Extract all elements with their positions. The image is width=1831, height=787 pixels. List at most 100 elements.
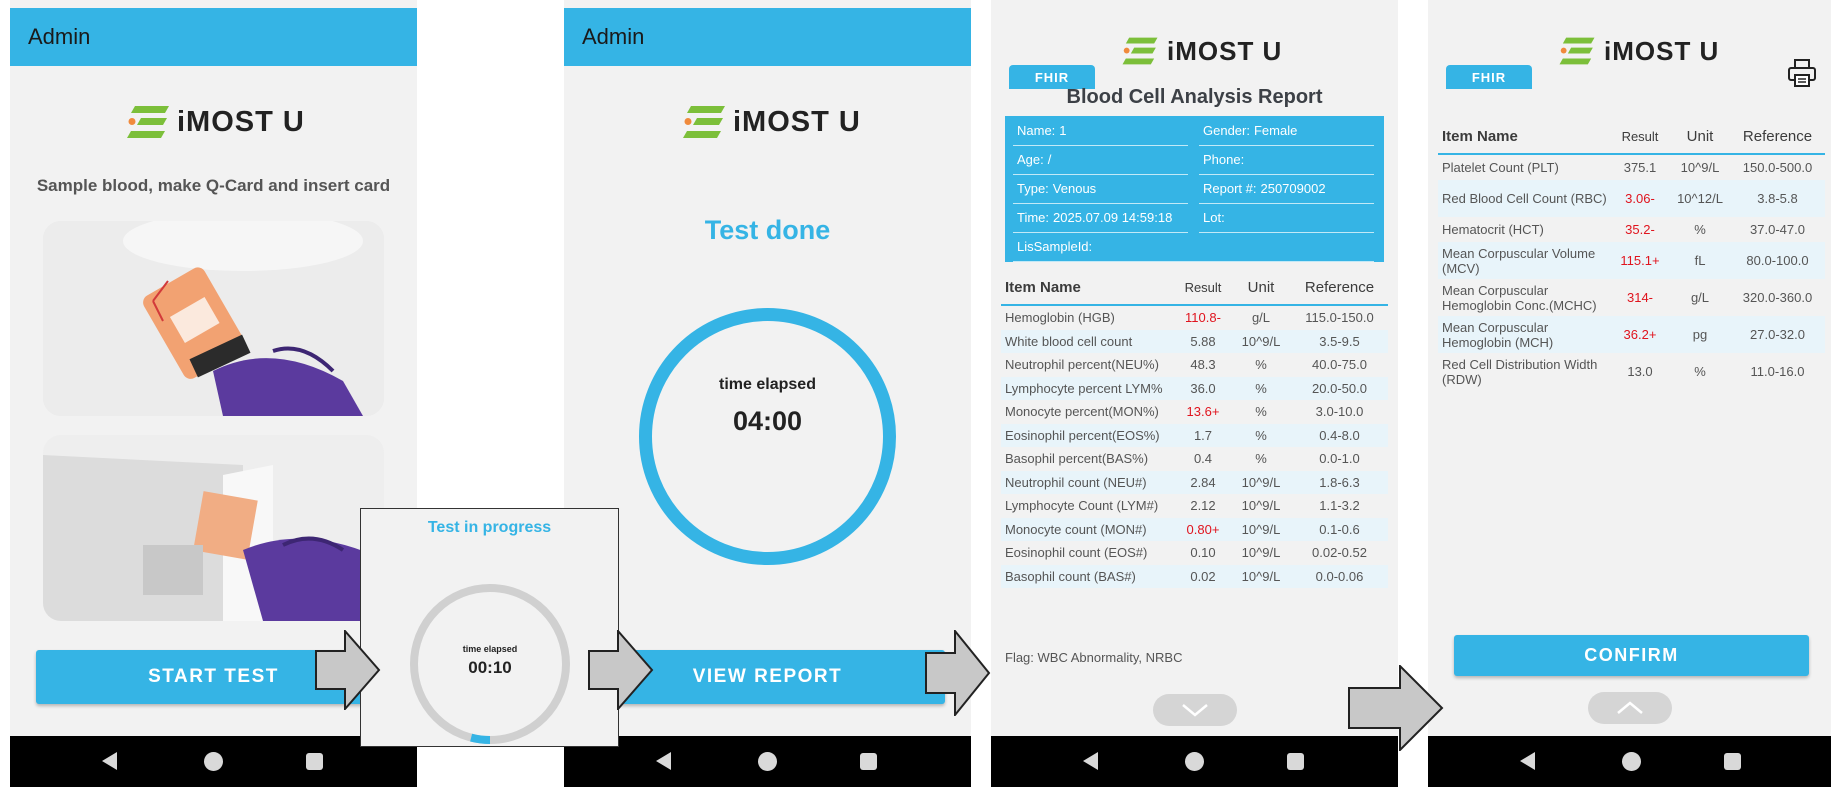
item-name-cell: Monocyte percent(MON%): [1005, 404, 1159, 420]
recent-apps-icon[interactable]: [860, 753, 877, 770]
recent-apps-icon[interactable]: [1724, 753, 1741, 770]
printer-icon[interactable]: [1786, 57, 1818, 89]
header-title: Admin: [28, 24, 91, 49]
logo-mark-icon: [1559, 37, 1595, 65]
brand-name: iMOST U: [177, 106, 305, 138]
result-cell: 2.12: [1190, 498, 1216, 514]
field-label: LisSampleId:: [1017, 239, 1093, 254]
unit-cell: 10^9/L: [1680, 160, 1720, 175]
screen-report-page-1: iMOST U FHIR Blood Cell Analysis Report …: [991, 0, 1398, 787]
table-row: Red Cell Distribution Width (RDW) 13.0% 11…: [1438, 353, 1825, 390]
reference-cell: 11.0-16.0: [1750, 364, 1805, 379]
home-icon[interactable]: [1622, 752, 1641, 771]
instruction-text: Sample blood, make Q-Card and insert car…: [36, 176, 391, 195]
item-name-cell: Red Blood Cell Count (RBC): [1438, 180, 1610, 217]
result-cell: 1.7: [1175, 423, 1231, 447]
field-value: /: [1047, 152, 1052, 167]
table-row: Hemoglobin (HGB) 110.8- g/L 115.0-150.0: [1001, 305, 1388, 330]
item-name-cell: Monocyte count (MON#): [1001, 517, 1175, 541]
back-icon[interactable]: [656, 752, 671, 770]
elapsed-value-small: 00:10: [468, 658, 512, 677]
unit-cell: %: [1255, 404, 1267, 420]
arrow-right-icon: [1348, 665, 1444, 751]
sample-type: Type: Venous: [1013, 174, 1188, 204]
reference-cell: 20.0-50.0: [1291, 376, 1388, 400]
reference-cell: 80.0-100.0: [1730, 242, 1825, 279]
col-header-result: Result: [1175, 270, 1231, 306]
brand-name: iMOST U: [1167, 36, 1283, 66]
result-cell: 48.3: [1190, 357, 1216, 373]
reference-cell: 115.0-150.0: [1305, 310, 1374, 326]
android-nav-bar: [564, 736, 971, 787]
photo-blood-sample: [43, 221, 384, 416]
table-row: Mean Corpuscular Hemoglobin (MCH) 36.2+ pg…: [1438, 316, 1825, 353]
reference-cell: 40.0-75.0: [1312, 357, 1367, 373]
photo-insert-card: [43, 435, 384, 621]
recent-apps-icon[interactable]: [1287, 753, 1304, 770]
reference-cell: 0.4-8.0: [1291, 423, 1388, 447]
recent-apps-icon[interactable]: [306, 753, 323, 770]
unit-cell: 10^9/L: [1231, 517, 1291, 541]
patient-gender: Gender: Female: [1199, 116, 1374, 146]
report-number: Report #: 250709002: [1199, 174, 1374, 204]
android-nav-bar: [10, 736, 417, 787]
table-row: Basophil percent(BAS%) 0.4% 0.0-1.0: [1001, 447, 1388, 471]
table-row: Basophil count (BAS#) 0.02 10^9/L 0.0-0.06: [1001, 564, 1388, 588]
progress-ring: time elapsed 04:00: [635, 304, 900, 569]
back-icon[interactable]: [102, 752, 117, 770]
reference-cell: 0.02-0.52: [1312, 545, 1367, 561]
item-name-cell: Eosinophil count (EOS#): [1005, 545, 1148, 561]
unit-cell: %: [1255, 357, 1267, 373]
field-value: Venous: [1052, 181, 1097, 196]
item-name-cell: Basophil count (BAS#): [1001, 564, 1175, 588]
fhir-tab[interactable]: FHIR: [1446, 65, 1532, 89]
unit-cell: %: [1694, 222, 1706, 237]
back-icon[interactable]: [1520, 752, 1535, 770]
arrow-right-icon: [588, 630, 654, 710]
field-label: Type:: [1017, 181, 1049, 196]
table-row: Mean Corpuscular Hemoglobin Conc.(MCHC) 3…: [1438, 279, 1825, 316]
table-row: White blood cell count 5.88 10^9/L 3.5-9.5: [1001, 329, 1388, 353]
col-header-unit: Unit: [1231, 270, 1291, 306]
table-row: Neutrophil count (NEU#) 2.84 10^9/L 1.8-6.3: [1001, 470, 1388, 494]
table-row: Lymphocyte percent LYM% 36.0% 20.0-50.0: [1001, 376, 1388, 400]
result-cell: 2.84: [1175, 470, 1231, 494]
unit-cell: 10^9/L: [1231, 329, 1291, 353]
home-icon[interactable]: [758, 752, 777, 771]
table-row: Eosinophil percent(EOS%) 1.7% 0.4-8.0: [1001, 423, 1388, 447]
report-title: Blood Cell Analysis Report: [1066, 86, 1323, 108]
unit-cell: 10^9/L: [1231, 564, 1291, 588]
item-name-cell: White blood cell count: [1001, 329, 1175, 353]
col-header-item-name: Item Name: [1438, 119, 1610, 155]
item-name-cell: Hematocrit (HCT): [1442, 222, 1544, 237]
lot-number: Lot:: [1199, 203, 1374, 233]
home-icon[interactable]: [1185, 752, 1204, 771]
field-label: Report #:: [1203, 181, 1257, 196]
flag-text: Flag: WBC Abnormality, NRBC: [1005, 650, 1183, 665]
table-header-row: Item Name Result Unit Reference: [1438, 119, 1825, 155]
reference-cell: 320.0-360.0: [1742, 290, 1813, 305]
scroll-down-button[interactable]: [1153, 694, 1237, 726]
reference-cell: 1.8-6.3: [1291, 470, 1388, 494]
app-header: Admin: [10, 8, 417, 66]
reference-cell: 3.0-10.0: [1315, 404, 1364, 420]
item-name-cell: Lymphocyte Count (LYM#): [1005, 498, 1159, 514]
result-cell: 36.0: [1175, 376, 1231, 400]
back-icon[interactable]: [1083, 752, 1098, 770]
field-value: 2025.07.09 14:59:18: [1053, 210, 1173, 225]
home-icon[interactable]: [204, 752, 223, 771]
result-cell: 0.10: [1190, 545, 1216, 561]
test-time: Time: 2025.07.09 14:59:18: [1013, 203, 1188, 233]
unit-cell: 10^9/L: [1241, 545, 1281, 561]
table-row: Mean Corpuscular Volume (MCV) 115.1+ fL 80.…: [1438, 242, 1825, 279]
patient-age: Age: /: [1013, 145, 1188, 175]
unit-cell: %: [1231, 376, 1291, 400]
results-table: Item Name Result Unit Reference Platelet…: [1438, 119, 1825, 390]
unit-cell: 10^9/L: [1231, 470, 1291, 494]
brand-name: iMOST U: [1604, 36, 1720, 66]
reference-cell: 3.8-5.8: [1730, 180, 1825, 217]
brand-logo: iMOST U: [127, 104, 317, 140]
confirm-button[interactable]: CONFIRM: [1454, 635, 1809, 676]
arrow-right-icon: [315, 630, 381, 710]
scroll-up-button[interactable]: [1588, 692, 1672, 724]
